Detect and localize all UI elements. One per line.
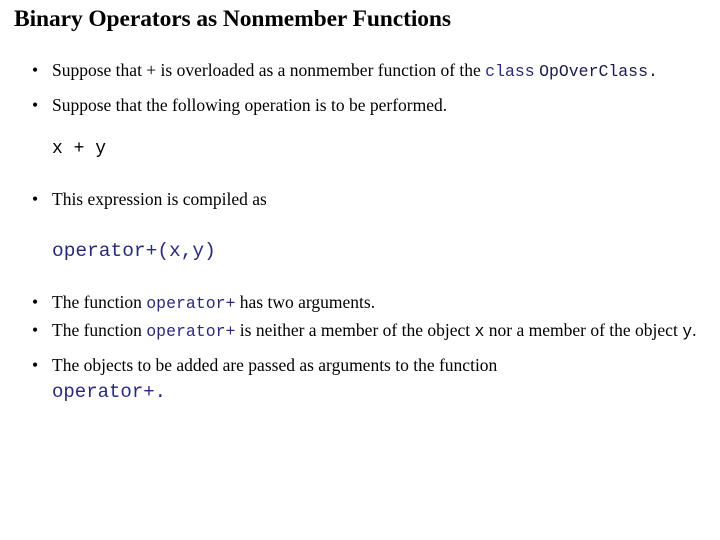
bullet-5-mid: is neither a member of the object [235, 320, 475, 340]
list-item: • The objects to be added are passed as … [0, 353, 720, 378]
list-item: • This expression is compiled as [0, 187, 720, 212]
list-item: • Suppose that the following operation i… [0, 93, 720, 118]
slide-canvas: Binary Operators as Nonmember Functions … [0, 0, 720, 540]
inline-code-class: class [485, 62, 535, 81]
bullet-6-code: operator+. [52, 381, 167, 403]
bullet-4-prefix: The function [52, 292, 147, 312]
inline-code-operator-plus: operator+ [146, 322, 236, 341]
inline-code-x: x [474, 322, 485, 341]
bullet-5-mid2: nor a member of the object [484, 320, 683, 340]
bullet-1-text: Suppose that + is overloaded as a nonmem… [52, 58, 708, 84]
bullet-5-prefix: The function [52, 320, 147, 340]
bullet-6-text: The objects to be added are passed as ar… [52, 355, 498, 375]
bullet-3-text: This expression is compiled as [52, 189, 267, 209]
bullet-marker: • [32, 95, 39, 115]
page-title: Binary Operators as Nonmember Functions [14, 6, 451, 32]
bullet-4-text: The function operator+ has two arguments… [52, 290, 708, 316]
code-block-x-plus-y: x + y [52, 139, 107, 159]
bullet-marker: • [32, 355, 39, 375]
inline-code-opoverclass: OpOverClass. [539, 62, 658, 81]
list-item: • Suppose that + is overloaded as a nonm… [0, 58, 720, 84]
bullet-5-suffix: . [692, 320, 697, 340]
bullet-2-text: Suppose that the following operation is … [52, 95, 448, 115]
slide-body: • Suppose that + is overloaded as a nonm… [0, 58, 720, 406]
bullet-marker: • [32, 292, 39, 312]
bullet-4-suffix: has two arguments. [235, 292, 376, 312]
code-block-operator-call: operator+(x,y) [52, 240, 216, 262]
bullet-marker: • [32, 320, 39, 340]
inline-code-operator-plus: operator+ [146, 294, 236, 313]
bullet-5-text: The function operator+ is neither a memb… [52, 318, 708, 344]
bullet-marker: • [32, 60, 39, 80]
inline-code-y: y [682, 322, 693, 341]
bullet-1-line1: Suppose that + is overloaded as a nonmem… [52, 60, 481, 80]
list-item: • The function operator+ has two argumen… [0, 290, 720, 316]
list-item: • The function operator+ is neither a me… [0, 318, 720, 344]
bullet-marker: • [32, 189, 39, 209]
